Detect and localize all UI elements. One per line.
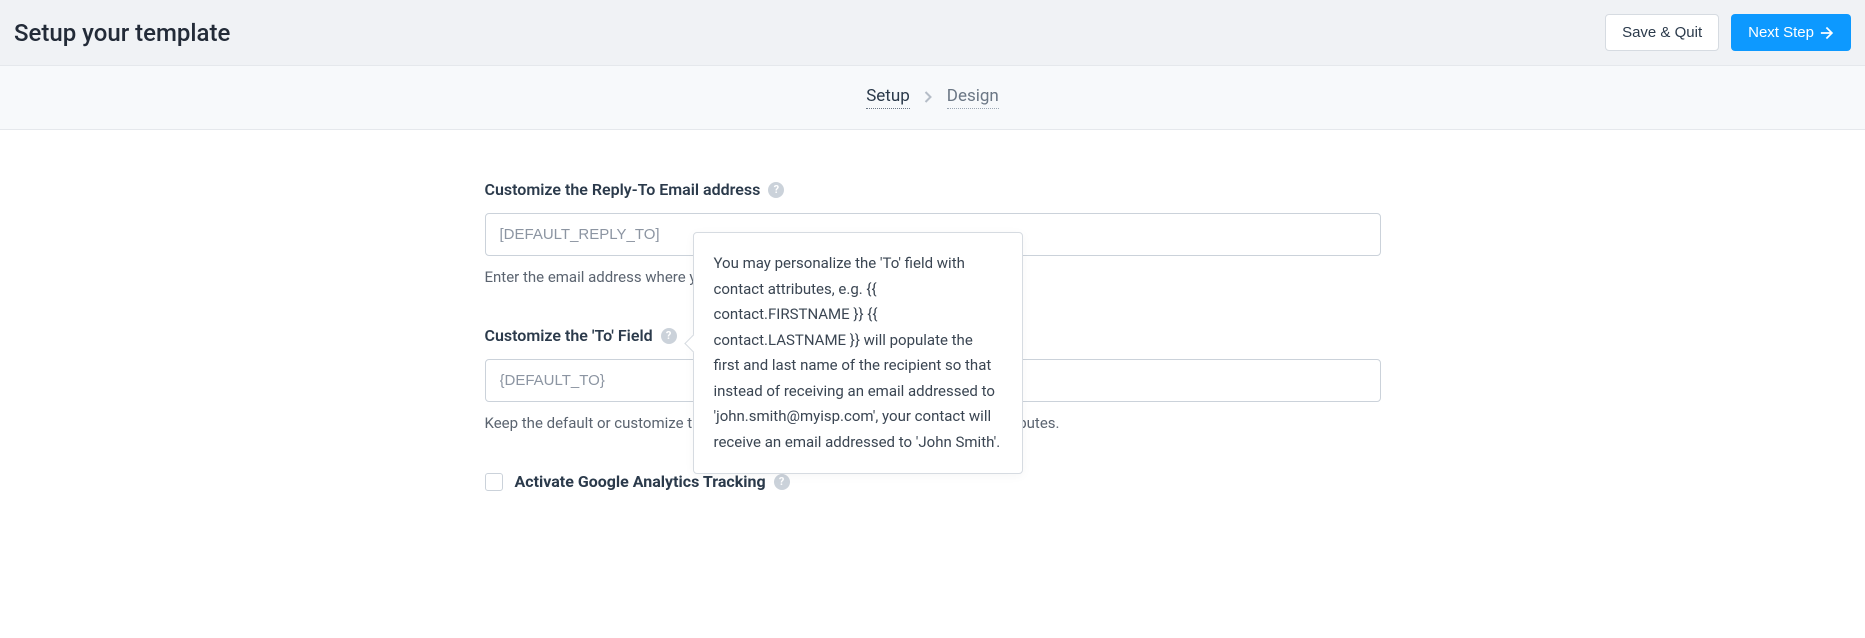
help-icon[interactable]: ? [774, 474, 790, 490]
breadcrumb-step-design[interactable]: Design [947, 86, 999, 109]
chevron-right-icon [924, 88, 933, 108]
page-title: Setup your template [14, 19, 230, 47]
header-actions: Save & Quit Next Step [1605, 14, 1851, 51]
arrow-right-icon [1820, 26, 1834, 40]
help-icon[interactable]: ? [661, 328, 677, 344]
breadcrumb-bar: Setup Design [0, 66, 1865, 130]
breadcrumb: Setup Design [866, 86, 999, 109]
breadcrumb-step-setup[interactable]: Setup [866, 86, 910, 109]
form-wrap: Customize the Reply-To Email address ? E… [483, 180, 1383, 491]
next-step-label: Next Step [1748, 24, 1814, 41]
to-field-tooltip: You may personalize the 'To' field with … [693, 232, 1023, 474]
ga-tracking-row: Activate Google Analytics Tracking ? [485, 472, 1381, 491]
ga-tracking-checkbox[interactable] [485, 473, 503, 491]
reply-to-label: Customize the Reply-To Email address [485, 180, 761, 199]
help-icon[interactable]: ? [768, 182, 784, 198]
tooltip-text: You may personalize the 'To' field with … [714, 254, 1001, 451]
next-step-button[interactable]: Next Step [1731, 14, 1851, 51]
ga-tracking-section: Activate Google Analytics Tracking ? [485, 472, 1381, 491]
ga-tracking-label-wrap: Activate Google Analytics Tracking ? [515, 472, 790, 491]
top-header: Setup your template Save & Quit Next Ste… [0, 0, 1865, 66]
save-quit-label: Save & Quit [1622, 24, 1702, 41]
to-field-label: Customize the 'To' Field [485, 326, 653, 345]
reply-to-label-row: Customize the Reply-To Email address ? [485, 180, 1381, 199]
ga-tracking-label: Activate Google Analytics Tracking [515, 472, 766, 491]
save-quit-button[interactable]: Save & Quit [1605, 14, 1719, 51]
